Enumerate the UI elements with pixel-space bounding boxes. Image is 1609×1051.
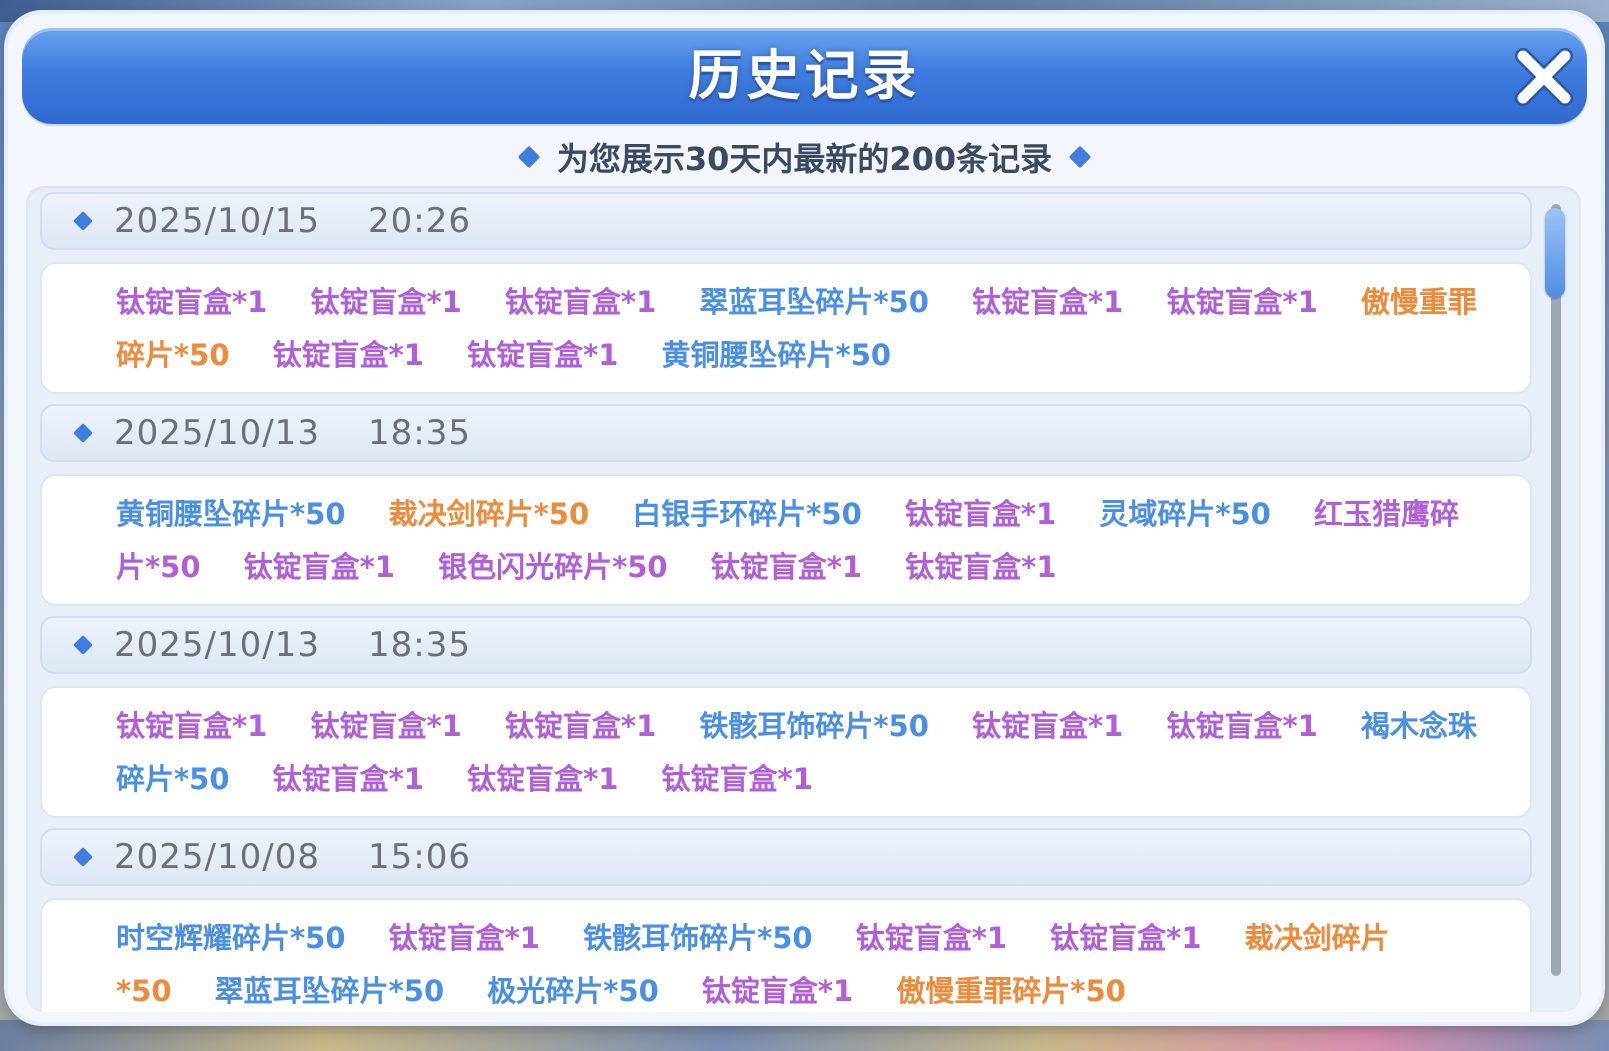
- scrollbar-thumb[interactable]: [1545, 208, 1565, 298]
- background-bottom-decoration: [0, 1020, 1609, 1051]
- title-bar: 历史记录: [22, 28, 1587, 124]
- reward-item: 钛锭盲盒*1: [467, 338, 619, 372]
- reward-item: 钛锭盲盒*1: [272, 338, 424, 372]
- reward-item: 钛锭盲盒*1: [388, 921, 540, 955]
- subtitle-text: 为您展示30天内最新的200条记录: [556, 140, 1053, 178]
- record-items: 黄铜腰坠碎片*50 裁决剑碎片*50 白银手环碎片*50 钛锭盲盒*1 灵域碎片…: [40, 474, 1532, 606]
- reward-item: 极光碎片*50: [487, 974, 659, 1008]
- scrollbar-track[interactable]: [1551, 204, 1561, 976]
- reward-item: 钛锭盲盒*1: [116, 709, 268, 743]
- reward-item: 钛锭盲盒*1: [1166, 709, 1318, 743]
- record-date-header: 2025/10/13 18:35: [40, 616, 1532, 674]
- record-date: 2025/10/13: [114, 625, 320, 665]
- record-time: 18:35: [367, 625, 471, 665]
- diamond-icon: [73, 635, 93, 655]
- record-date: 2025/10/08: [114, 837, 320, 877]
- reward-item: 黄铜腰坠碎片*50: [116, 497, 346, 531]
- record-date: 2025/10/15: [114, 201, 320, 241]
- reward-item: 钛锭盲盒*1: [116, 285, 268, 319]
- record-list[interactable]: 2025/10/15 20:26 钛锭盲盒*1 钛锭盲盒*1 钛锭盲盒*1 翠蓝耳坠…: [26, 186, 1581, 1012]
- record-date-header: 2025/10/08 15:06: [40, 828, 1532, 886]
- reward-item: 钛锭盲盒*1: [710, 550, 863, 584]
- reward-item: 翠蓝耳坠碎片*50: [214, 974, 445, 1008]
- reward-item: 钛锭盲盒*1: [243, 550, 395, 584]
- record-list-content: 2025/10/15 20:26 钛锭盲盒*1 钛锭盲盒*1 钛锭盲盒*1 翠蓝耳坠…: [40, 192, 1532, 1012]
- diamond-icon: [517, 145, 541, 169]
- record-date: 2025/10/13: [114, 413, 320, 453]
- record-items: 钛锭盲盒*1 钛锭盲盒*1 钛锭盲盒*1 铁骸耳饰碎片*50 钛锭盲盒*1 钛锭…: [40, 686, 1532, 818]
- reward-item: 钛锭盲盒*1: [504, 285, 657, 319]
- history-dialog: 历史记录 为您展示30天内最新的200条记录 2025/10/15 20:26 钛锭…: [8, 14, 1601, 1022]
- reward-item: 钛锭盲盒*1: [310, 285, 462, 319]
- reward-item: 钛锭盲盒*1: [661, 762, 813, 796]
- reward-item: 灵域碎片*50: [1099, 497, 1271, 531]
- reward-item: 钛锭盲盒*1: [272, 762, 424, 796]
- reward-item: 翠蓝耳坠碎片*50: [699, 285, 929, 319]
- reward-item: 钛锭盲盒*1: [504, 709, 657, 743]
- close-button[interactable]: [1513, 46, 1575, 108]
- reward-item: 黄铜腰坠碎片*50: [661, 338, 892, 372]
- reward-item: 铁骸耳饰碎片*50: [583, 921, 813, 955]
- reward-item: 钛锭盲盒*1: [1166, 285, 1318, 319]
- reward-item: 钛锭盲盒*1: [905, 550, 1057, 584]
- close-x-icon: [1515, 48, 1573, 106]
- reward-item: 钛锭盲盒*1: [855, 921, 1008, 955]
- diamond-icon: [73, 847, 93, 867]
- diamond-icon: [73, 423, 93, 443]
- record-time: 20:26: [367, 201, 471, 241]
- reward-item: 钛锭盲盒*1: [701, 974, 854, 1008]
- record-date-header: 2025/10/15 20:26: [40, 192, 1532, 250]
- diamond-icon: [73, 211, 93, 231]
- reward-item: 白银手环碎片*50: [632, 497, 862, 531]
- reward-item: 钛锭盲盒*1: [971, 285, 1124, 319]
- subtitle-row: 为您展示30天内最新的200条记录: [8, 132, 1601, 182]
- reward-item: 钛锭盲盒*1: [971, 709, 1124, 743]
- reward-item: 钛锭盲盒*1: [904, 497, 1057, 531]
- reward-item: 银色闪光碎片*50: [438, 550, 668, 584]
- reward-item: 裁决剑碎片*50: [388, 497, 590, 531]
- record-time: 18:35: [367, 413, 471, 453]
- record-time: 15:06: [367, 837, 471, 877]
- reward-item: 铁骸耳饰碎片*50: [699, 709, 929, 743]
- record-items: 时空辉耀碎片*50 钛锭盲盒*1 铁骸耳饰碎片*50 钛锭盲盒*1 钛锭盲盒*1…: [40, 898, 1532, 1012]
- reward-item: 钛锭盲盒*1: [310, 709, 462, 743]
- reward-item: 钛锭盲盒*1: [467, 762, 619, 796]
- reward-item: 傲慢重罪碎片*50: [896, 974, 1126, 1008]
- record-date-header: 2025/10/13 18:35: [40, 404, 1532, 462]
- record-items: 钛锭盲盒*1 钛锭盲盒*1 钛锭盲盒*1 翠蓝耳坠碎片*50 钛锭盲盒*1 钛锭…: [40, 262, 1532, 394]
- diamond-icon: [1068, 145, 1092, 169]
- reward-item: 时空辉耀碎片*50: [116, 921, 346, 955]
- dialog-title: 历史记录: [688, 44, 921, 107]
- reward-item: 钛锭盲盒*1: [1050, 921, 1202, 955]
